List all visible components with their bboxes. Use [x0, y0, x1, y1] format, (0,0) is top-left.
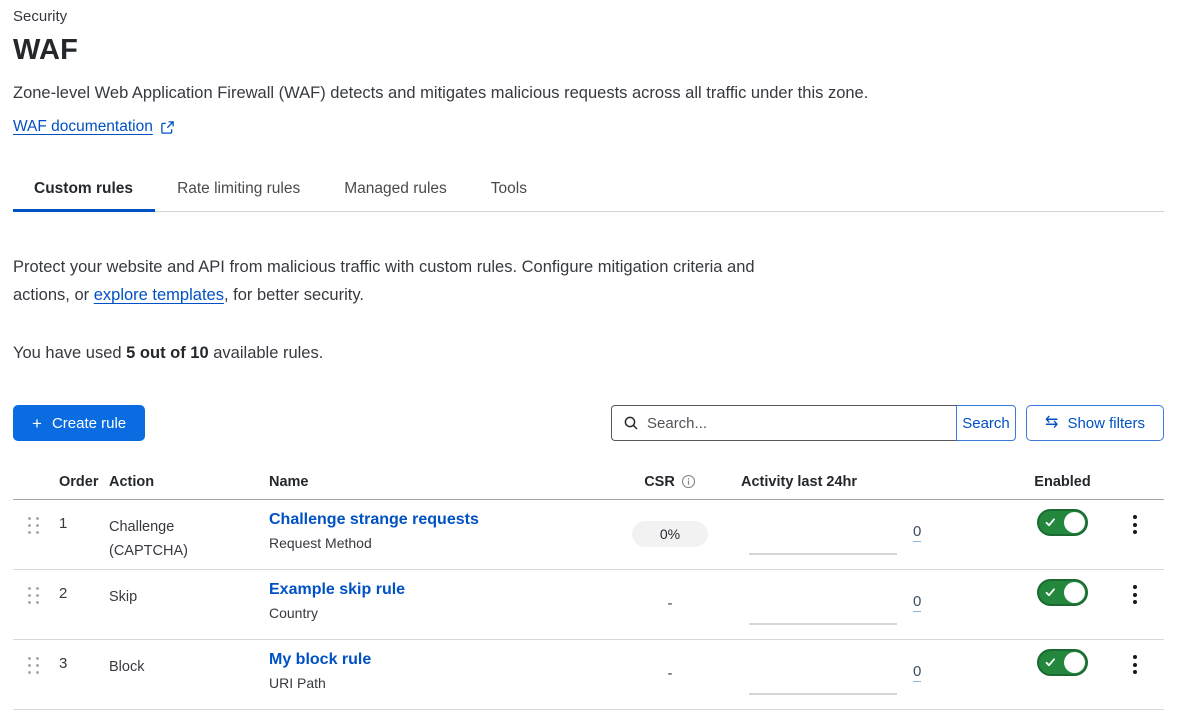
- activity-sparkline: [749, 693, 897, 695]
- usage-prefix: You have used: [13, 344, 126, 362]
- csr-empty: -: [668, 591, 673, 612]
- toolbar: + Create rule Search ⇆ Show filters: [13, 405, 1164, 441]
- rule-action: Block: [109, 640, 209, 679]
- drag-handle-icon[interactable]: [28, 517, 39, 534]
- activity-count-link[interactable]: 0: [913, 523, 921, 542]
- search-group: Search: [611, 405, 1016, 441]
- column-header-order: Order: [53, 474, 109, 490]
- rule-name-link[interactable]: Example skip rule: [269, 581, 405, 598]
- kebab-menu-icon[interactable]: [1127, 583, 1143, 606]
- column-header-name: Name: [269, 474, 599, 490]
- rule-order: 1: [53, 500, 109, 532]
- csr-label: CSR: [644, 474, 675, 490]
- tab-bar: Custom rules Rate limiting rules Managed…: [13, 171, 1164, 212]
- rule-action: Skip: [109, 570, 209, 609]
- drag-handle-icon[interactable]: [28, 587, 39, 604]
- rule-name-link[interactable]: Challenge strange requests: [269, 511, 479, 528]
- table-row: 2 Skip Example skip rule Country - 0: [13, 570, 1164, 640]
- check-icon: [1044, 586, 1057, 604]
- search-button[interactable]: Search: [956, 405, 1016, 441]
- tab-rate-limiting-rules[interactable]: Rate limiting rules: [155, 171, 322, 211]
- column-header-enabled: Enabled: [1034, 474, 1090, 490]
- activity-count-link[interactable]: 0: [913, 593, 921, 612]
- csr-empty: -: [668, 661, 673, 682]
- activity-sparkline: [749, 553, 897, 555]
- enabled-toggle[interactable]: [1037, 649, 1088, 676]
- swap-arrows-icon: ⇆: [1045, 415, 1058, 431]
- rule-order: 2: [53, 570, 109, 602]
- check-icon: [1044, 656, 1057, 674]
- show-filters-label: Show filters: [1067, 415, 1145, 432]
- external-link-icon: [160, 120, 175, 135]
- rule-order: 3: [53, 640, 109, 672]
- rule-field: Country: [269, 605, 599, 621]
- explore-templates-link[interactable]: explore templates: [94, 286, 224, 304]
- create-rule-label: Create rule: [52, 415, 126, 432]
- table-header-row: Order Action Name CSR Activity last 24hr…: [13, 464, 1164, 500]
- search-input[interactable]: [647, 415, 945, 432]
- page-description: Zone-level Web Application Firewall (WAF…: [13, 84, 1164, 103]
- page-title: WAF: [13, 34, 1164, 67]
- intro-text: Protect your website and API from malici…: [13, 253, 755, 309]
- column-header-activity: Activity last 24hr: [741, 474, 931, 490]
- create-rule-button[interactable]: + Create rule: [13, 405, 145, 441]
- column-header-action: Action: [109, 474, 269, 490]
- activity-sparkline: [749, 623, 897, 625]
- usage-summary: You have used 5 out of 10 available rule…: [13, 344, 1164, 363]
- enabled-toggle[interactable]: [1037, 579, 1088, 606]
- usage-suffix: available rules.: [209, 344, 324, 362]
- search-icon: [623, 415, 639, 431]
- rule-field: Request Method: [269, 535, 599, 551]
- drag-handle-icon[interactable]: [28, 657, 39, 674]
- search-box: [611, 405, 956, 441]
- usage-count: 5 out of 10: [126, 344, 209, 362]
- plus-icon: +: [32, 415, 42, 432]
- column-header-csr: CSR: [644, 474, 696, 490]
- info-icon[interactable]: [681, 474, 696, 489]
- csr-badge: 0%: [632, 521, 708, 547]
- activity-count-link[interactable]: 0: [913, 663, 921, 682]
- tab-tools[interactable]: Tools: [469, 171, 549, 211]
- show-filters-button[interactable]: ⇆ Show filters: [1026, 405, 1164, 441]
- waf-page: Security WAF Zone-level Web Application …: [0, 0, 1177, 710]
- kebab-menu-icon[interactable]: [1127, 653, 1143, 676]
- waf-documentation-link[interactable]: WAF documentation: [13, 118, 153, 136]
- rules-table: Order Action Name CSR Activity last 24hr…: [13, 464, 1164, 710]
- table-row: 3 Block My block rule URI Path - 0: [13, 640, 1164, 710]
- rule-name-link[interactable]: My block rule: [269, 651, 371, 668]
- rule-field: URI Path: [269, 675, 599, 691]
- rule-action: Challenge (CAPTCHA): [109, 500, 209, 563]
- tab-custom-rules[interactable]: Custom rules: [13, 171, 155, 211]
- table-row: 1 Challenge (CAPTCHA) Challenge strange …: [13, 500, 1164, 570]
- enabled-toggle[interactable]: [1037, 509, 1088, 536]
- tab-managed-rules[interactable]: Managed rules: [322, 171, 469, 211]
- doc-link-row: WAF documentation: [13, 118, 1164, 136]
- check-icon: [1044, 516, 1057, 534]
- intro-text-after: , for better security.: [224, 286, 364, 304]
- kebab-menu-icon[interactable]: [1127, 513, 1143, 536]
- breadcrumb-security: Security: [13, 8, 1164, 25]
